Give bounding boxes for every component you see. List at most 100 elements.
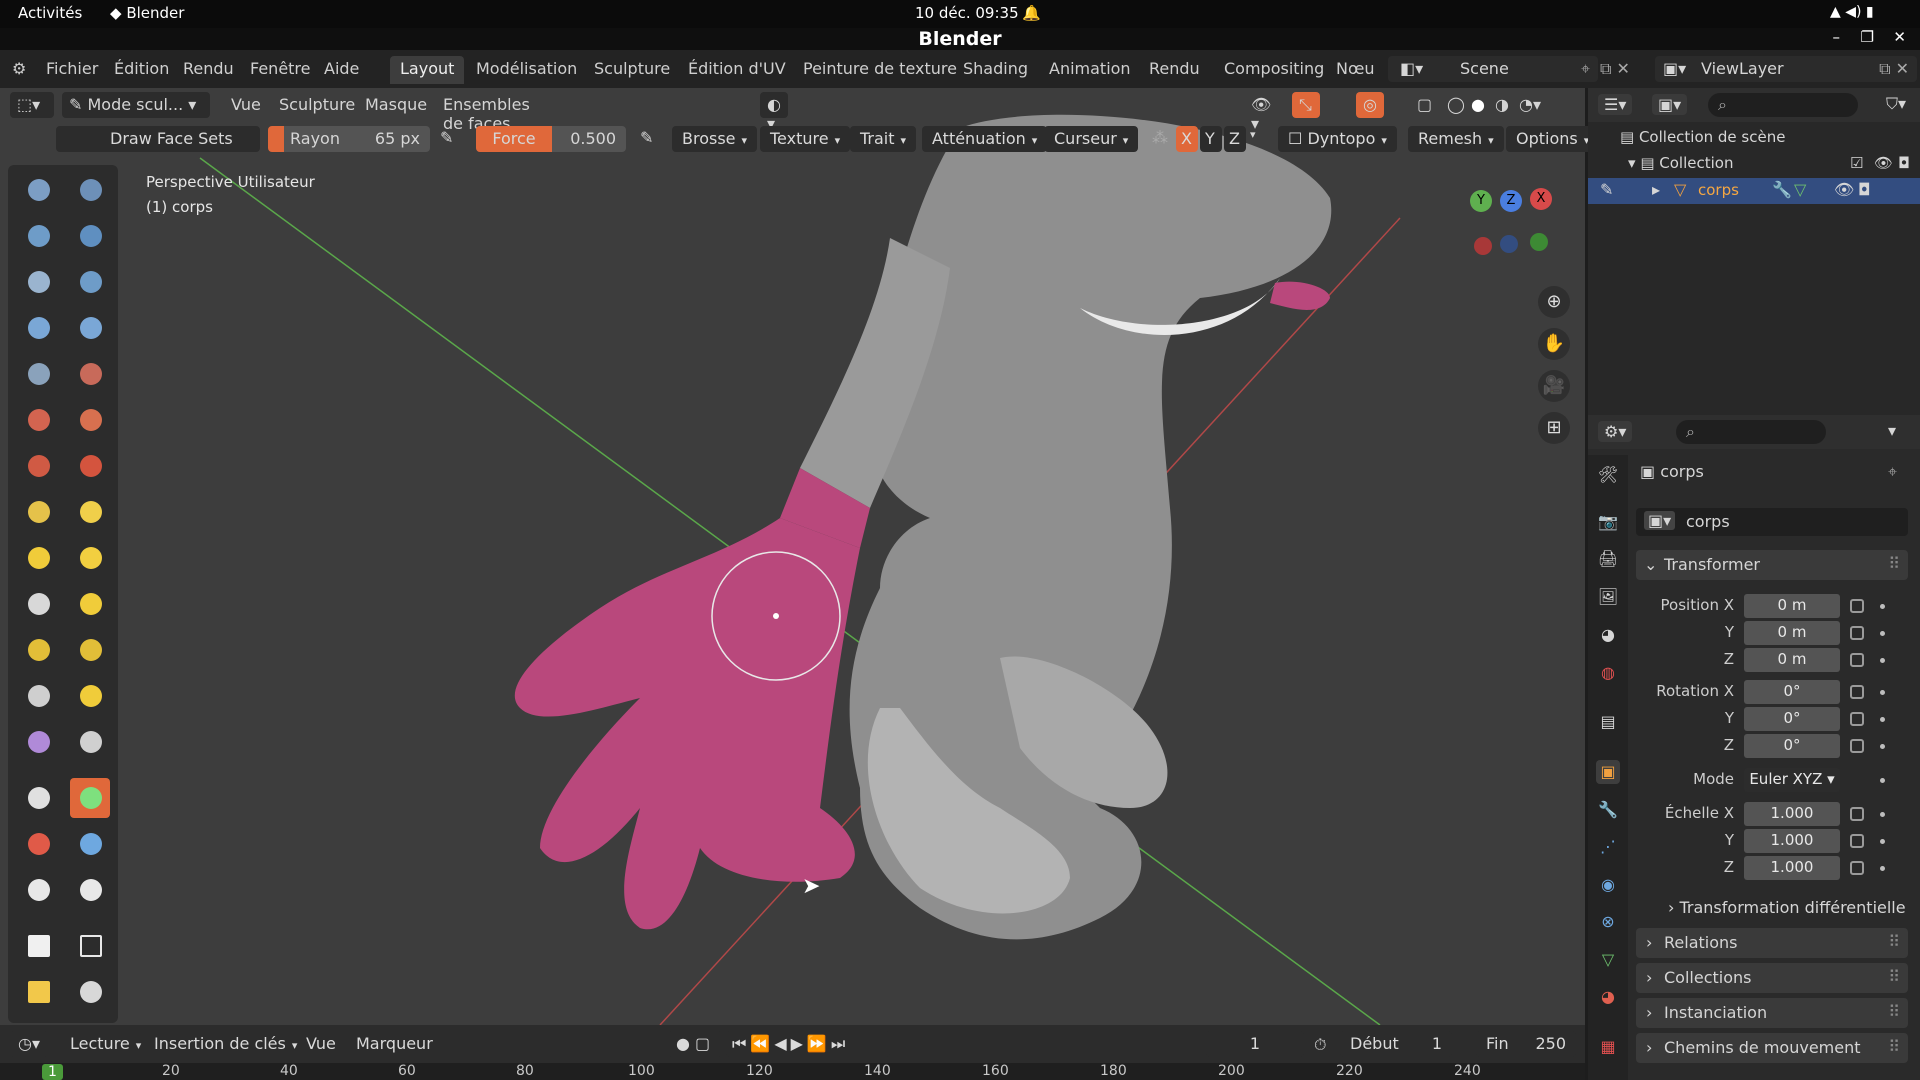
tool-layer[interactable] [18,262,58,302]
tool-multires-displacement-eraser[interactable] [18,824,58,864]
tool-clay-strips[interactable] [70,216,110,256]
tool-rotate[interactable] [18,630,58,670]
display-mode-icon[interactable]: ▣▾ [1652,94,1688,115]
material-tab-icon[interactable]: ◕ [1596,985,1620,1009]
keyframe-rotation-mode[interactable] [1880,778,1885,783]
visibility-eye-icon[interactable]: 👁 [1874,154,1893,172]
edit-mode-brush-icon[interactable]: ✎ [1600,180,1613,199]
tool-boundary[interactable] [18,676,58,716]
render-tab-icon[interactable]: 📷 [1596,510,1620,534]
clock[interactable]: 10 déc. 09:35 [915,4,1019,22]
tab-layout[interactable]: Layout [390,56,465,84]
scene-selector[interactable]: ◧▾ Scene ⌖ [1388,56,1598,82]
motion-paths-panel-header[interactable]: › Chemins de mouvement ⠿ [1636,1033,1908,1063]
keyframe-scale-y[interactable] [1880,839,1885,844]
constraints-tab-icon[interactable]: ⊗ [1596,910,1620,934]
auto-keying-record-icon[interactable]: ● ▢ [668,1031,722,1057]
tool-inflate[interactable] [70,262,110,302]
tool-simplify[interactable] [18,722,58,762]
menu-window[interactable]: Fenêtre [250,59,311,78]
tool-flatten[interactable] [70,354,110,394]
playhead-frame[interactable]: 1 [42,1064,63,1080]
tool-grab[interactable] [18,492,58,532]
view-layer-actions-icon[interactable]: ⧉ ✕ [1879,59,1909,79]
maximize-icon[interactable]: ❐ [1861,28,1874,46]
tool-mask[interactable] [70,722,110,762]
symmetry-x-toggle[interactable]: X [1176,126,1198,152]
drag-handle-icon[interactable]: ⠿ [1888,554,1900,573]
stopwatch-icon[interactable]: ⏱ [1314,1035,1326,1055]
tool-mask-by-color[interactable] [18,926,58,966]
keyframe-location-x[interactable] [1880,604,1885,609]
marker-menu[interactable]: Marqueur [346,1031,443,1057]
keyframe-rotation-x[interactable] [1880,690,1885,695]
delta-transform-subpanel[interactable]: › Transformation différentielle [1668,898,1906,917]
exclude-checkbox-icon[interactable]: ☑ [1850,154,1863,172]
motion-paths-drag-icon[interactable]: ⠿ [1888,1037,1900,1056]
object-browse-icon[interactable]: ▣▾ [1644,511,1676,530]
keyframe-scale-z[interactable] [1880,866,1885,871]
properties-editor-type-icon[interactable]: ⚙▾ [1598,421,1633,442]
strength-pressure-icon[interactable]: ✎ [640,128,653,147]
instancing-panel-header[interactable]: › Instanciation ⠿ [1636,998,1908,1028]
keyframe-location-y[interactable] [1880,631,1885,636]
gizmo-y-axis[interactable]: Y [1470,190,1492,212]
lock-location-x-icon[interactable] [1850,599,1864,613]
strength-field[interactable]: Force 0.500 [476,126,626,152]
brush-dropdown[interactable]: Brosse ▾ [672,126,758,152]
menu-file[interactable]: Fichier [46,59,98,78]
tool-pose[interactable] [18,584,58,624]
keyframe-scale-x[interactable] [1880,812,1885,817]
perspective-grid-icon[interactable]: ⊞ [1538,412,1570,444]
physics-tab-icon[interactable]: ◉ [1596,873,1620,897]
keyframe-rotation-z[interactable] [1880,744,1885,749]
lock-scale-x-icon[interactable] [1850,807,1864,821]
object-name-field[interactable]: ▣▾ corps [1636,508,1908,536]
collapse-icon[interactable]: ▾ [1628,154,1640,172]
tool-draw-sharp[interactable] [70,170,110,210]
scale-z-field[interactable]: 1.000 [1744,856,1840,880]
lock-location-z-icon[interactable] [1850,653,1864,667]
collections-panel-header[interactable]: › Collections ⠿ [1636,963,1908,993]
pin-icon[interactable]: ⌖ [1581,59,1590,79]
timeline-editor-type-icon[interactable]: ◷▾ [10,1031,48,1057]
tool-tab-icon[interactable]: 🛠 [1596,463,1620,487]
overlay-toggle-icon[interactable]: ◎ [1356,92,1384,118]
tool-scrape[interactable] [70,400,110,440]
relations-drag-icon[interactable]: ⠿ [1888,932,1900,951]
filter-icon[interactable]: ⛉▾ [1886,94,1906,114]
tool-draw-face-sets-alt[interactable] [18,778,58,818]
pin-context-icon[interactable]: ⌖ [1888,462,1897,482]
gizmo-toggle-icon[interactable]: ⤡ [1292,92,1320,118]
gizmo-neg-z[interactable] [1500,235,1518,253]
falloff-dropdown[interactable]: Atténuation ▾ [922,126,1048,152]
menu-sculpt[interactable]: Sculpture [272,92,362,118]
world-tab-icon[interactable]: ◍ [1596,661,1620,685]
playback-menu[interactable]: Lecture ▾ [60,1031,151,1057]
tab-rendering[interactable]: Rendu [1139,56,1210,84]
navigation-gizmo[interactable]: Y Z X [1470,185,1580,260]
view-layer-selector[interactable]: ▣▾ ViewLayer ⧉ ✕ [1655,56,1917,82]
close-icon[interactable]: ✕ [1893,28,1906,46]
gizmo-z-axis[interactable]: Z [1500,190,1522,212]
output-tab-icon[interactable]: 🖨 [1596,547,1620,571]
object-render-camera-icon[interactable]: ◘ [1858,180,1871,199]
blender-logo-icon[interactable]: ⚙ [12,59,26,78]
remesh-dropdown[interactable]: Remesh ▾ [1408,126,1504,152]
symmetry-options-icon[interactable]: ▾ [1250,128,1256,141]
gizmo-neg-x[interactable] [1474,237,1492,255]
system-status-icons[interactable]: ▲ ◀) ▮ [1830,4,1874,20]
tool-cloth[interactable] [70,676,110,716]
radius-pressure-icon[interactable]: ✎ [440,128,453,147]
object-visibility-eye-icon[interactable]: 👁 [1834,180,1854,199]
object-tab-icon[interactable]: ▣ [1596,760,1620,784]
outliner-editor-type-icon[interactable]: ☰▾ [1598,94,1633,115]
tool-draw[interactable] [18,170,58,210]
options-dropdown[interactable]: Options ▾ [1506,126,1600,152]
location-z-field[interactable]: 0 m [1744,648,1840,672]
playback-controls[interactable]: ⏮⏪◀▶⏩⏭ [726,1031,890,1057]
tool-draw-face-sets[interactable] [70,778,110,818]
tool-mesh-filter[interactable] [18,972,58,1012]
rotation-z-field[interactable]: 0° [1744,734,1840,758]
timeline-view-menu[interactable]: Vue [296,1031,346,1057]
